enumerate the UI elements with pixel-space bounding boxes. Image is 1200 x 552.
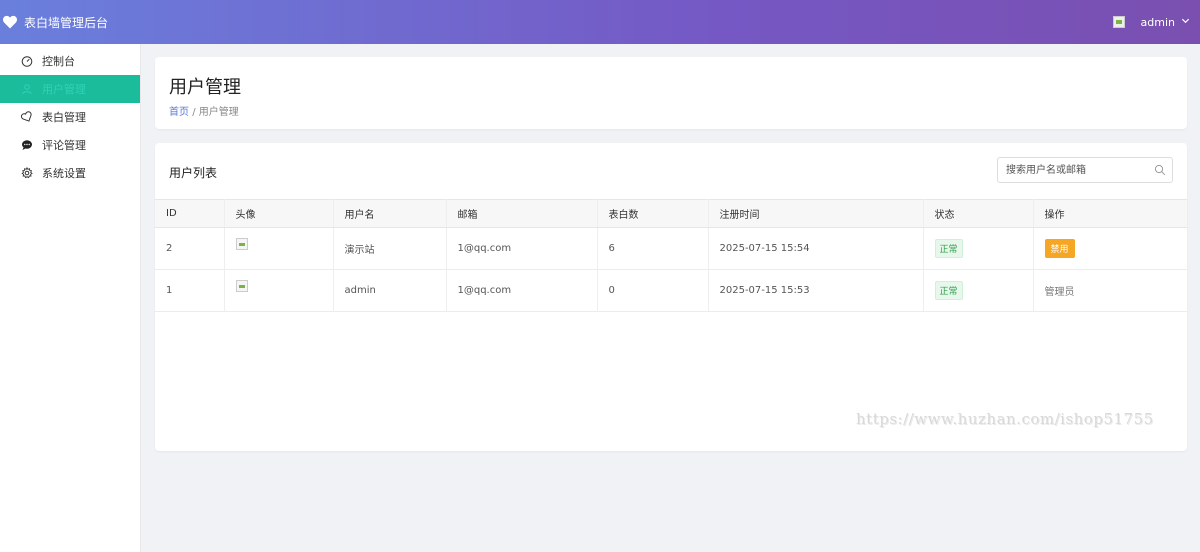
- gear-icon: [20, 167, 33, 180]
- cell-avatar: [224, 227, 334, 270]
- search-box: [997, 157, 1173, 183]
- cell-username: 演示站: [333, 227, 447, 270]
- user-menu[interactable]: admin: [1112, 0, 1190, 44]
- chevron-down-icon[interactable]: [1181, 16, 1190, 28]
- search-input[interactable]: [998, 159, 1148, 181]
- heart-icon: [2, 14, 18, 30]
- sidebar-item-label: 表白管理: [42, 111, 86, 124]
- column-header: 用户名: [333, 199, 447, 228]
- column-header: ID: [155, 199, 225, 228]
- column-header: 头像: [224, 199, 334, 228]
- breadcrumb-separator: /: [192, 107, 196, 118]
- column-header: 表白数: [597, 199, 709, 228]
- cell-action: 管理员: [1033, 269, 1187, 312]
- ban-button[interactable]: 禁用: [1044, 239, 1075, 258]
- watermark: https://www.huzhan.com/ishop51755: [856, 410, 1154, 428]
- breadcrumb-current: 用户管理: [198, 107, 239, 118]
- sidebar-item-label: 评论管理: [42, 139, 86, 152]
- cell-status: 正常: [923, 227, 1034, 270]
- cell-status: 正常: [923, 269, 1034, 312]
- avatar-image: [235, 279, 248, 292]
- avatar-image: [235, 237, 248, 250]
- cell-id: 1: [155, 269, 225, 312]
- table-row: 1 admin 1@qq.com 0 2025-07-15 15:53 正常 管…: [155, 269, 1187, 312]
- username[interactable]: admin: [1141, 16, 1175, 29]
- breadcrumb-home-link[interactable]: 首页: [169, 107, 189, 118]
- status-badge: 正常: [934, 281, 963, 300]
- page-title: 用户管理: [169, 77, 241, 98]
- sidebar-item-settings[interactable]: 系统设置: [0, 159, 140, 187]
- column-header: 状态: [923, 199, 1034, 228]
- column-header: 邮箱: [446, 199, 598, 228]
- cell-action: 禁用: [1033, 227, 1187, 270]
- dashboard-icon: [20, 55, 33, 68]
- comment-icon: [20, 139, 33, 152]
- sidebar-item-label: 系统设置: [42, 167, 86, 180]
- sidebar-item-confessions[interactable]: 表白管理: [0, 103, 140, 131]
- cell-posts: 0: [597, 269, 709, 312]
- sidebar-item-label: 控制台: [42, 55, 75, 68]
- table-row: 2 演示站 1@qq.com 6 2025-07-15 15:54 正常 禁用: [155, 227, 1187, 270]
- user-icon: [20, 83, 33, 96]
- cell-email: 1@qq.com: [446, 227, 598, 270]
- user-list-card: 用户列表 ID 头像 用户名 邮箱 表白数 注册时间 状态 操作 2: [155, 143, 1187, 451]
- status-badge: 正常: [934, 239, 963, 258]
- page-header-card: 用户管理 首页 / 用户管理: [155, 57, 1187, 129]
- cell-registered: 2025-07-15 15:54: [708, 227, 924, 270]
- column-header: 注册时间: [708, 199, 924, 228]
- cell-posts: 6: [597, 227, 709, 270]
- sidebar: 控制台 用户管理 表白管理 评论管理 系统设置: [0, 44, 141, 552]
- cell-username: admin: [333, 269, 447, 312]
- sidebar-item-dashboard[interactable]: 控制台: [0, 47, 140, 75]
- heart-outline-icon: [20, 111, 33, 124]
- cell-id: 2: [155, 227, 225, 270]
- table-header-row: ID 头像 用户名 邮箱 表白数 注册时间 状态 操作: [155, 199, 1187, 228]
- user-table: ID 头像 用户名 邮箱 表白数 注册时间 状态 操作 2 演示站 1@qq.c…: [155, 199, 1187, 312]
- column-header: 操作: [1033, 199, 1187, 228]
- cell-registered: 2025-07-15 15:53: [708, 269, 924, 312]
- sidebar-item-users[interactable]: 用户管理: [0, 75, 140, 103]
- brand[interactable]: 表白墙管理后台: [2, 0, 108, 44]
- sidebar-item-comments[interactable]: 评论管理: [0, 131, 140, 159]
- cell-avatar: [224, 269, 334, 312]
- app-title: 表白墙管理后台: [24, 15, 109, 30]
- breadcrumb: 首页 / 用户管理: [169, 103, 239, 118]
- search-icon[interactable]: [1154, 164, 1166, 176]
- role-label: 管理员: [1044, 287, 1075, 298]
- cell-email: 1@qq.com: [446, 269, 598, 312]
- sidebar-item-label: 用户管理: [42, 83, 86, 96]
- avatar[interactable]: [1112, 16, 1125, 28]
- list-title: 用户列表: [169, 166, 218, 180]
- top-bar: 表白墙管理后台 admin: [0, 0, 1200, 44]
